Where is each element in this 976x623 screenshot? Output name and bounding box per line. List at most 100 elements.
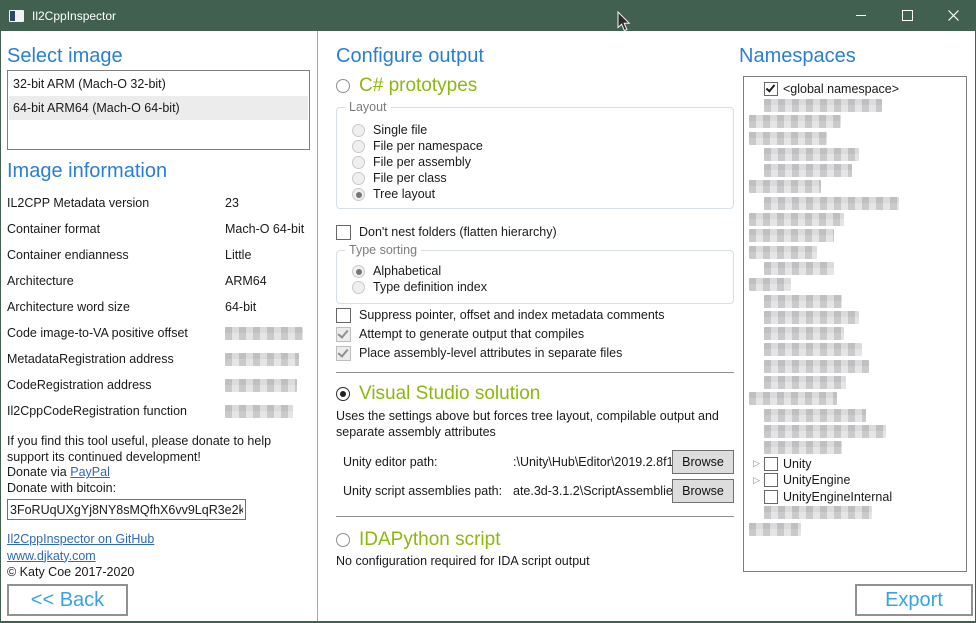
radio-icon (352, 265, 365, 278)
unity-assemblies-path-value[interactable]: ate.3d-3.1.2\ScriptAssemblies (513, 484, 672, 498)
radio-option: File per class (352, 170, 733, 186)
radio-icon (352, 156, 365, 169)
namespace-row[interactable] (744, 179, 966, 195)
radio-option: Single file (352, 122, 733, 138)
namespace-row[interactable] (744, 423, 966, 439)
redacted-namespace (764, 197, 899, 210)
redacted-namespace (764, 262, 834, 275)
namespace-row[interactable] (744, 325, 966, 341)
bitcoin-address-input[interactable] (7, 499, 246, 520)
namespace-row[interactable] (744, 391, 966, 407)
namespace-row[interactable] (744, 162, 966, 178)
namespaces-panel: Namespaces <global namespace>▷Unity▷Unit… (735, 31, 973, 621)
option-checkbox-row[interactable]: Suppress pointer, offset and index metad… (336, 307, 734, 323)
namespace-row[interactable] (744, 146, 966, 162)
website-link[interactable]: www.djkaty.com (7, 549, 96, 563)
namespace-row[interactable]: ▷ Unity (744, 456, 966, 472)
image-list-item[interactable]: 64-bit ARM64 (Mach-O 64-bit) (9, 96, 308, 120)
checkbox[interactable] (336, 308, 351, 323)
visual-studio-radio[interactable] (336, 387, 350, 401)
info-value: 23 (225, 196, 239, 210)
unity-assemblies-browse-button[interactable]: Browse (672, 479, 734, 503)
namespace-row[interactable] (744, 309, 966, 325)
radio-option: Alphabetical (352, 263, 733, 279)
image-list-item[interactable]: 32-bit ARM (Mach-O 32-bit) (9, 72, 308, 96)
copyright-text: © Katy Coe 2017-2020 (7, 564, 310, 581)
csharp-prototypes-option[interactable]: C# prototypes (336, 73, 734, 99)
namespace-row[interactable] (744, 211, 966, 227)
export-button[interactable]: Export (855, 584, 973, 616)
info-value (225, 353, 299, 366)
expander-icon[interactable]: ▷ (749, 457, 764, 470)
namespace-label: Unity (783, 457, 811, 471)
csharp-prototypes-radio[interactable] (336, 79, 350, 93)
flatten-checkbox-row[interactable]: Don't nest folders (flatten hierarchy) (336, 224, 734, 240)
info-label: Architecture (7, 274, 225, 288)
links-block: Il2CppInspector on GitHub www.djkaty.com… (7, 531, 310, 581)
image-listbox[interactable]: 32-bit ARM (Mach-O 32-bit)64-bit ARM64 (… (7, 70, 310, 150)
namespace-row[interactable] (744, 374, 966, 390)
namespace-row[interactable] (744, 358, 966, 374)
info-row: CodeRegistration address (7, 372, 310, 398)
namespace-row[interactable] (744, 130, 966, 146)
redacted-namespace (749, 115, 841, 128)
unity-editor-browse-button[interactable]: Browse (672, 450, 734, 474)
namespace-row[interactable] (744, 195, 966, 211)
window-title: Il2CppInspector (32, 9, 116, 23)
visual-studio-option[interactable]: Visual Studio solution (336, 381, 734, 407)
radio-label: File per class (373, 171, 447, 185)
namespace-row[interactable] (744, 440, 966, 456)
redacted-namespace (764, 148, 859, 161)
namespace-row[interactable] (744, 342, 966, 358)
unity-editor-path-value[interactable]: :\Unity\Hub\Editor\2019.2.8f1 (513, 455, 672, 469)
redacted-namespace (764, 441, 842, 454)
namespace-label: UnityEngineInternal (783, 490, 892, 504)
close-button[interactable] (930, 0, 976, 31)
back-button[interactable]: << Back (7, 584, 128, 616)
idapython-radio[interactable] (336, 533, 350, 547)
configure-output-heading: Configure output (336, 44, 734, 68)
maximize-icon (902, 10, 913, 21)
select-image-heading: Select image (7, 44, 310, 68)
info-row: Code image-to-VA positive offset (7, 320, 310, 346)
namespaces-listbox[interactable]: <global namespace> ▷ Unity▷UnityEngine Unit… (743, 76, 967, 572)
redacted-value (225, 405, 293, 418)
layout-groupbox: Layout Single fileFile per namespaceFile… (336, 107, 734, 209)
namespace-row[interactable] (744, 505, 966, 521)
namespace-row[interactable]: <global namespace> (744, 81, 966, 97)
idapython-option[interactable]: IDAPython script (336, 527, 734, 553)
flatten-checkbox[interactable] (336, 225, 351, 240)
namespace-row[interactable] (744, 114, 966, 130)
namespace-row[interactable] (744, 407, 966, 423)
redacted-value (225, 327, 303, 340)
namespace-row[interactable] (744, 521, 966, 537)
namespace-row[interactable] (744, 260, 966, 276)
namespace-checkbox[interactable] (764, 490, 778, 504)
minimize-icon (856, 15, 866, 16)
title-bar[interactable]: Il2CppInspector (0, 0, 976, 31)
minimize-button[interactable] (838, 0, 884, 31)
namespace-checkbox[interactable] (764, 457, 778, 471)
github-link[interactable]: Il2CppInspector on GitHub (7, 532, 154, 546)
namespace-row[interactable] (744, 228, 966, 244)
namespace-row[interactable] (744, 277, 966, 293)
expander-icon[interactable]: ▷ (749, 474, 764, 487)
info-row: ArchitectureARM64 (7, 268, 310, 294)
namespace-row[interactable]: UnityEngineInternal (744, 488, 966, 504)
namespace-row[interactable] (744, 97, 966, 113)
maximize-button[interactable] (884, 0, 930, 31)
paypal-link[interactable]: PayPal (70, 465, 110, 479)
radio-label: Tree layout (373, 187, 435, 201)
info-value (225, 327, 303, 340)
namespace-row[interactable] (744, 293, 966, 309)
checkbox-label: Suppress pointer, offset and index metad… (359, 308, 665, 322)
namespace-row[interactable]: ▷UnityEngine (744, 472, 966, 488)
radio-icon (352, 140, 365, 153)
namespace-checkbox[interactable] (764, 82, 778, 96)
redacted-value (225, 379, 297, 392)
namespace-row[interactable] (744, 244, 966, 260)
radio-option: File per namespace (352, 138, 733, 154)
redacted-namespace (764, 409, 866, 422)
info-row: Il2CppCodeRegistration function (7, 398, 310, 424)
namespace-checkbox[interactable] (764, 473, 778, 487)
